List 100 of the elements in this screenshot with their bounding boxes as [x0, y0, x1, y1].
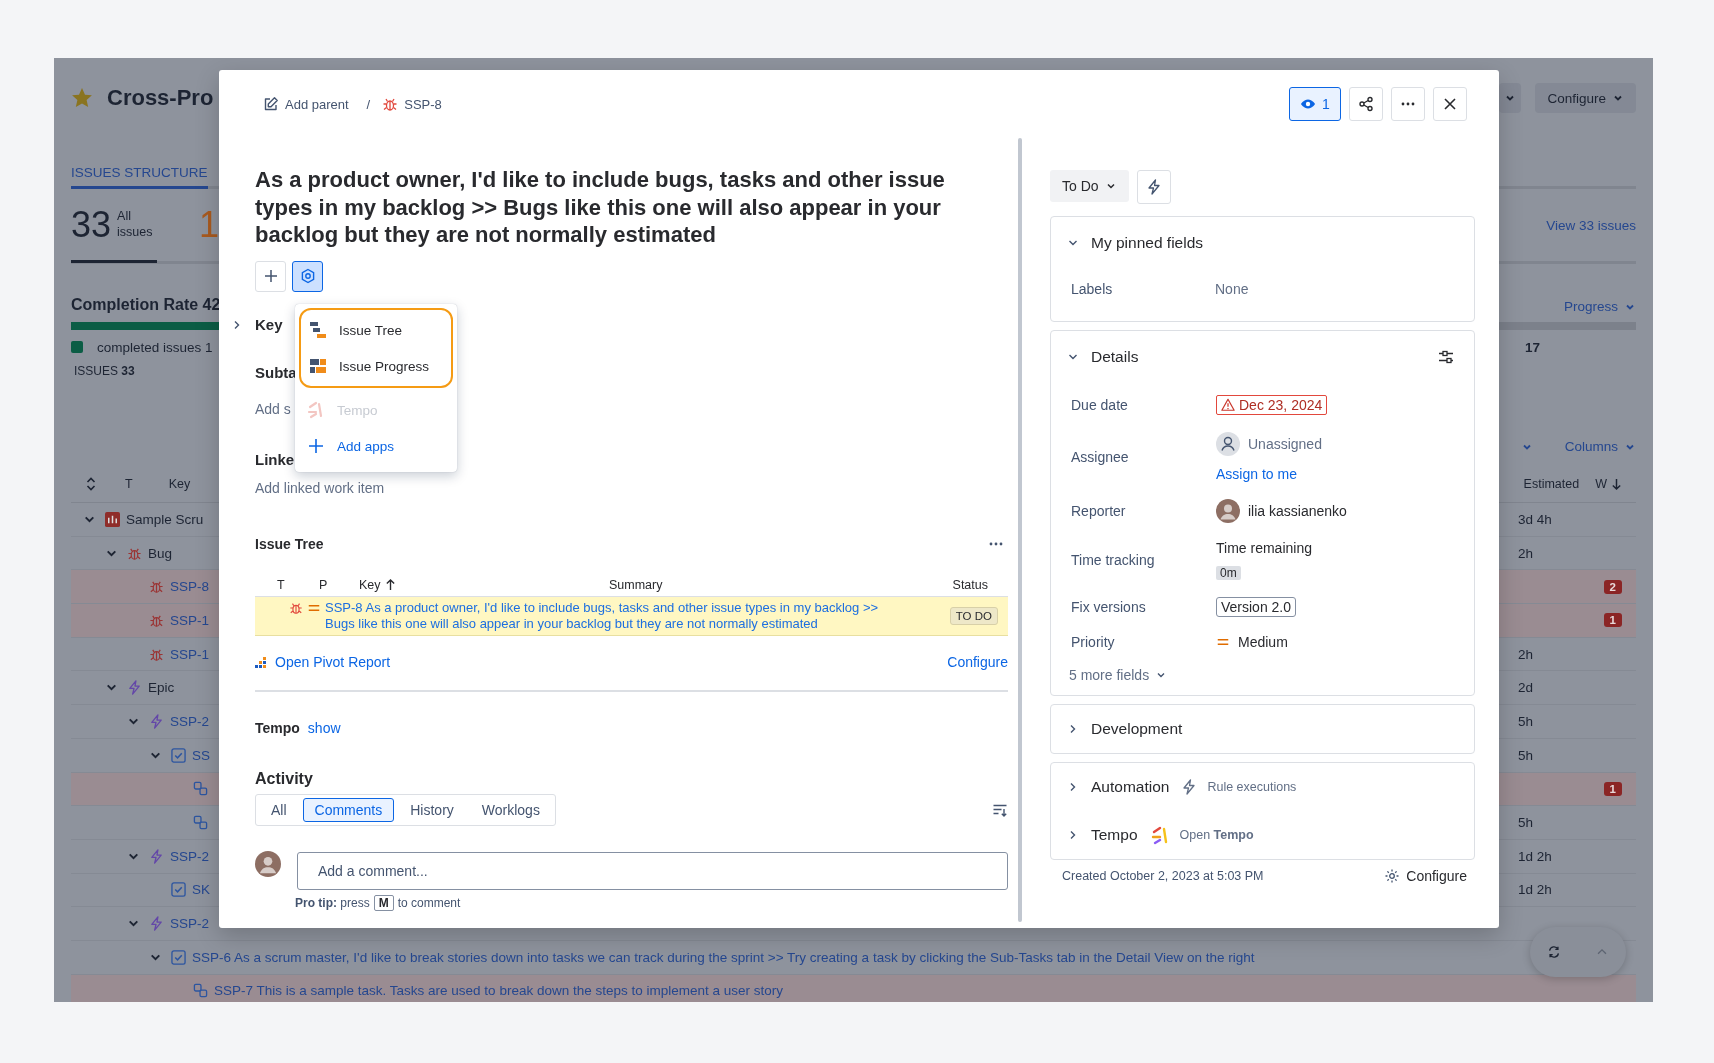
issue-link[interactable]: SS [192, 747, 210, 763]
issue-link[interactable]: SSP-6 As a scrum master, I'd like to break stories down into tasks we can track during the sprint >> Try creating a task by clicking the Sub-Tasks tab in the Detail View on the right [192, 949, 1255, 965]
pivot-report-link[interactable]: Open Pivot Report [275, 653, 391, 670]
column-header: Key [168, 477, 191, 491]
issue-row[interactable]: SSP-8 As a product owner, I'd like to include bugs, tasks and other issue types in my backlog >> Bugs like this one will also appear in your backlog but they are not normally estimated TO DO [255, 596, 1008, 636]
estimate-value: 2h [1518, 545, 1534, 561]
panel-note[interactable]: Open Tempo [1179, 828, 1254, 842]
estimate-value: 5h [1518, 815, 1534, 831]
legend-label: completed issues 1 [97, 339, 213, 355]
issue-link[interactable]: SSP-2 [170, 848, 210, 864]
activity-tab[interactable]: History [398, 797, 466, 822]
count-badge: 1 [1603, 613, 1622, 628]
chart-icon [255, 654, 269, 669]
edit-icon [263, 96, 279, 112]
gear-icon [299, 268, 316, 284]
columns-dropdown[interactable]: Columns [1564, 439, 1636, 454]
close-icon [1442, 96, 1458, 112]
issue-link[interactable]: SSP-2 [170, 713, 210, 729]
estimate-value: 2d [1518, 680, 1534, 696]
column-header: Summary [609, 577, 664, 592]
checkbox-icon [171, 949, 186, 965]
add-linked-hint[interactable]: Add linked work item [255, 479, 385, 496]
assign-to-me-link[interactable]: Assign to me [1216, 466, 1297, 482]
subtask-icon [193, 815, 208, 831]
field-label: Fix versions [1071, 599, 1147, 615]
tempo-icon [1149, 825, 1170, 845]
warning-icon [1221, 398, 1235, 412]
issue-link[interactable]: SSP-1 [170, 646, 210, 662]
sliders-icon[interactable] [1438, 349, 1454, 365]
progress-dropdown[interactable]: Progress [1563, 299, 1636, 314]
card-title[interactable]: My pinned fields [1091, 234, 1203, 252]
status-dropdown[interactable]: To Do [1050, 170, 1129, 202]
issues-structure-tab[interactable]: ISSUES STRUCTURE [71, 165, 208, 189]
issue-link[interactable]: Epic [148, 680, 175, 696]
card-title[interactable]: Details [1091, 348, 1139, 366]
completion-rate: Completion Rate 42 [71, 296, 221, 314]
issue-link[interactable]: SK [192, 882, 210, 898]
time-value[interactable]: 0m [1216, 566, 1241, 580]
sort-icon[interactable] [85, 476, 97, 492]
automation-button[interactable] [1136, 170, 1171, 204]
field-value[interactable]: ilia kassianenko [1248, 503, 1347, 519]
section-heading: Linke [255, 450, 295, 468]
more-fields-toggle[interactable]: 5 more fields [1069, 667, 1454, 683]
section-heading[interactable]: Key [255, 316, 283, 333]
menu-item[interactable]: Add apps [299, 428, 453, 464]
field-value[interactable]: None [1215, 281, 1249, 297]
field-value[interactable]: Unassigned [1248, 436, 1322, 452]
created-date: Created October 2, 2023 at 5:03 PM [1062, 869, 1264, 883]
panel-title[interactable]: Tempo [1091, 826, 1138, 844]
issue-link[interactable]: SSP-7 This is a sample task. Tasks are used to break down the steps to implement a user story [214, 983, 784, 999]
issue-link[interactable]: SSP-8 [170, 579, 210, 595]
estimate-value: 5h [1518, 713, 1534, 729]
configure-link[interactable]: Configure [947, 653, 1008, 670]
star-icon[interactable] [71, 87, 93, 109]
column-header: T [125, 477, 133, 491]
issue-link[interactable]: Bug [148, 545, 173, 561]
column-header: W [1595, 477, 1622, 491]
panel-note[interactable]: Rule executions [1207, 780, 1297, 794]
count-badge: 2 [1603, 579, 1622, 594]
issues-total: ISSUES 33 [74, 364, 135, 378]
panel-title[interactable]: Automation [1091, 778, 1170, 796]
configure-button[interactable]: Configure [1535, 83, 1636, 113]
watch-button[interactable]: 1 [1289, 87, 1341, 121]
activity-tab[interactable]: All [259, 797, 299, 822]
configure-link[interactable]: Configure [1384, 868, 1467, 884]
panel-title[interactable]: Development [1091, 720, 1183, 738]
due-date-lozenge[interactable]: Dec 23, 2024 [1216, 395, 1328, 415]
add-button[interactable] [255, 260, 286, 292]
field-value[interactable]: Medium [1238, 634, 1288, 650]
issue-key-link[interactable]: SSP-8 [404, 96, 442, 112]
view-issues-link[interactable]: View 33 issues [1546, 217, 1636, 233]
refresh-icon[interactable] [1547, 945, 1561, 959]
time-caption: Time remaining [1216, 540, 1312, 556]
project-icon [105, 511, 120, 527]
close-button[interactable] [1433, 87, 1467, 121]
issue-count: 33 [71, 204, 112, 246]
issue-count: 1 [199, 204, 220, 246]
activity-tab[interactable]: Comments [302, 797, 395, 822]
estimate-value: 1d 2h [1518, 882, 1552, 898]
column-header[interactable]: Key [359, 577, 609, 592]
issue-link[interactable]: Sample Scru [126, 511, 204, 527]
project-title: Cross-Pro [107, 85, 214, 111]
section-heading: Subta [255, 363, 297, 381]
comment-field[interactable]: Add a comment... [297, 851, 1008, 890]
tree-row[interactable]: SSP-7 This is a sample task. Tasks are used to break down the steps to implement a user story [71, 974, 1636, 1002]
checkbox-icon [171, 882, 186, 898]
menu-item[interactable]: Issue Tree [301, 312, 451, 348]
show-link[interactable]: show [307, 719, 341, 736]
issue-title[interactable]: As a product owner, I'd like to include bugs, tasks and other issue types in my backlog >> Bugs like this one will also appear in your backlog but they are not normally estimated [255, 166, 945, 249]
version-tag[interactable]: Version 2.0 [1216, 597, 1297, 617]
share-button[interactable] [1349, 87, 1383, 121]
issue-link[interactable]: SSP-1 [170, 612, 210, 628]
activity-tab[interactable]: Worklogs [469, 797, 552, 822]
issue-link[interactable]: SSP-2 [170, 916, 210, 932]
menu-item[interactable]: Issue Progress [301, 348, 451, 384]
estimate-value: 5h [1518, 747, 1534, 763]
issue-link[interactable]: SSP-8 As a product owner, I'd like to include bugs, tasks and other issue types in my backlog >> Bugs like this one will also appear in your backlog but they are not normally estimated [325, 599, 909, 632]
apps-button[interactable] [292, 260, 323, 292]
add-parent-link[interactable]: Add parent [263, 96, 349, 112]
add-subtask-hint[interactable]: Add s [255, 400, 291, 417]
